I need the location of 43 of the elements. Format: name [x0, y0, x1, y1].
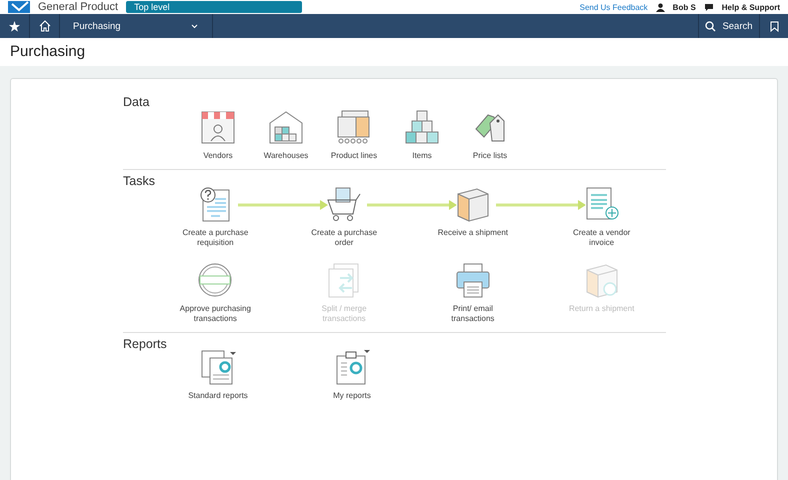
- approved-stamp-icon: [197, 262, 234, 298]
- reports-icon: [200, 349, 236, 385]
- cardboard-box-icon: [584, 262, 620, 298]
- shortcut-tile[interactable]: Price lists: [456, 109, 524, 161]
- shortcut-tile[interactable]: Print/ email transactions: [412, 262, 533, 324]
- shopping-cart-icon: [326, 186, 362, 222]
- stacked-boxes-icon: [404, 109, 440, 145]
- search-icon: [705, 20, 716, 32]
- shortcut-tile[interactable]: Create a vendor invoice: [542, 186, 662, 248]
- section-heading: Data: [123, 97, 150, 107]
- feedback-link[interactable]: Send Us Feedback: [580, 2, 648, 12]
- shortcut-tile[interactable]: Receive a shipment: [412, 186, 533, 248]
- star-icon: [9, 20, 20, 32]
- shortcut-tile[interactable]: My reports: [292, 349, 412, 401]
- storefront-icon: [200, 109, 236, 145]
- home-icon: [38, 20, 50, 32]
- shortcut-tile[interactable]: Approve purchasing transactions: [155, 262, 276, 324]
- page-title: Purchasing: [9, 42, 86, 62]
- conveyor-boxes-icon: [336, 109, 372, 145]
- level-badge[interactable]: Top level: [126, 1, 302, 13]
- printer-icon: [454, 262, 491, 298]
- user-icon: [656, 2, 665, 12]
- shortcut-tile[interactable]: Create a purchase order: [284, 186, 404, 248]
- section-heading: Tasks: [123, 176, 155, 186]
- shortcut-tile[interactable]: Vendors: [184, 109, 252, 161]
- shortcut-tile[interactable]: Items: [388, 109, 456, 161]
- module-dropdown[interactable]: Purchasing: [60, 14, 213, 38]
- chevron-down-icon: [191, 24, 198, 28]
- shortcut-tile[interactable]: Product lines: [320, 109, 388, 161]
- warehouse-icon: [268, 109, 304, 145]
- bookmark-icon: [770, 20, 778, 32]
- user-name[interactable]: Bob S: [672, 2, 696, 12]
- shortcut-tile[interactable]: Create a purchase requisition: [155, 186, 276, 248]
- invoice-plus-icon: [584, 186, 620, 222]
- shortcut-tile[interactable]: Warehouses: [252, 109, 320, 161]
- cardboard-box-icon: [454, 186, 491, 222]
- shortcut-tile[interactable]: Standard reports: [158, 349, 278, 401]
- help-link[interactable]: Help & Support: [722, 2, 780, 12]
- app-name: General Product: [38, 1, 118, 13]
- clipboard-report-icon: [334, 349, 370, 385]
- search-button[interactable]: Search: [698, 14, 760, 38]
- chat-icon: [704, 2, 714, 12]
- section-heading: Reports: [123, 339, 167, 349]
